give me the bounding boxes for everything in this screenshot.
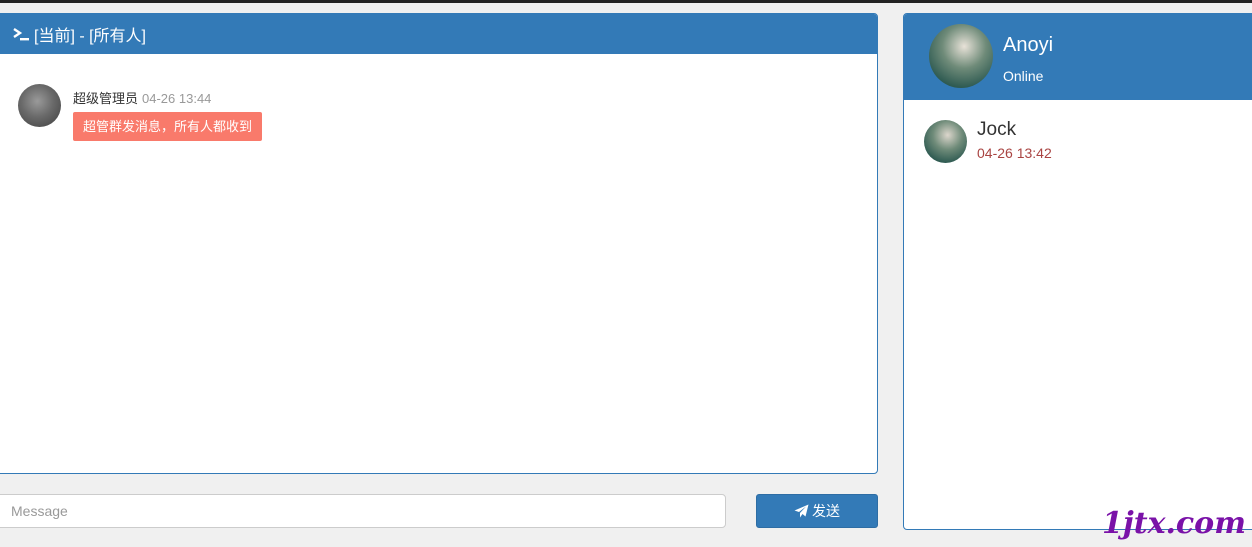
user-panel: Anoyi Online Jock 04-26 13:42 — [903, 13, 1252, 530]
contact-time: 04-26 13:42 — [977, 145, 1052, 161]
chat-title: [当前] - [所有人] — [34, 28, 147, 45]
message-input[interactable] — [0, 494, 726, 528]
contact-info: Jock 04-26 13:42 — [977, 120, 1052, 163]
message-sender: 超级管理员 — [73, 91, 139, 106]
current-user-avatar[interactable] — [929, 24, 993, 88]
message-bubble: 超管群发消息，所有人都收到 — [73, 112, 263, 141]
paper-plane-icon — [794, 504, 809, 518]
send-button[interactable]: 发送 — [756, 494, 878, 528]
send-button-label: 发送 — [812, 503, 840, 519]
chat-message: 超级管理员 04-26 13:44 超管群发消息，所有人都收到 — [18, 84, 263, 141]
watermark: 1jtx.com — [1102, 506, 1246, 541]
current-user-status: Online — [1003, 68, 1044, 84]
chat-panel: [当前] - [所有人] 超级管理员 04-26 13:44 超管群发消息，所有人… — [0, 13, 878, 474]
current-user-header: Anoyi Online — [904, 14, 1252, 100]
contact-name: Jock — [977, 119, 1017, 140]
current-user-name: Anoyi — [1003, 34, 1054, 56]
contact-avatar — [924, 120, 967, 163]
avatar — [18, 84, 61, 127]
top-bar — [0, 0, 1252, 3]
chat-message-list: 超级管理员 04-26 13:44 超管群发消息，所有人都收到 — [0, 54, 877, 473]
message-time: 04-26 13:44 — [142, 91, 212, 106]
terminal-icon — [13, 27, 30, 41]
message-content: 超级管理员 04-26 13:44 超管群发消息，所有人都收到 — [73, 84, 263, 141]
contact-item[interactable]: Jock 04-26 13:42 — [924, 120, 1052, 163]
chat-header: [当前] - [所有人] — [0, 14, 877, 54]
message-meta: 超级管理员 04-26 13:44 — [73, 91, 262, 107]
